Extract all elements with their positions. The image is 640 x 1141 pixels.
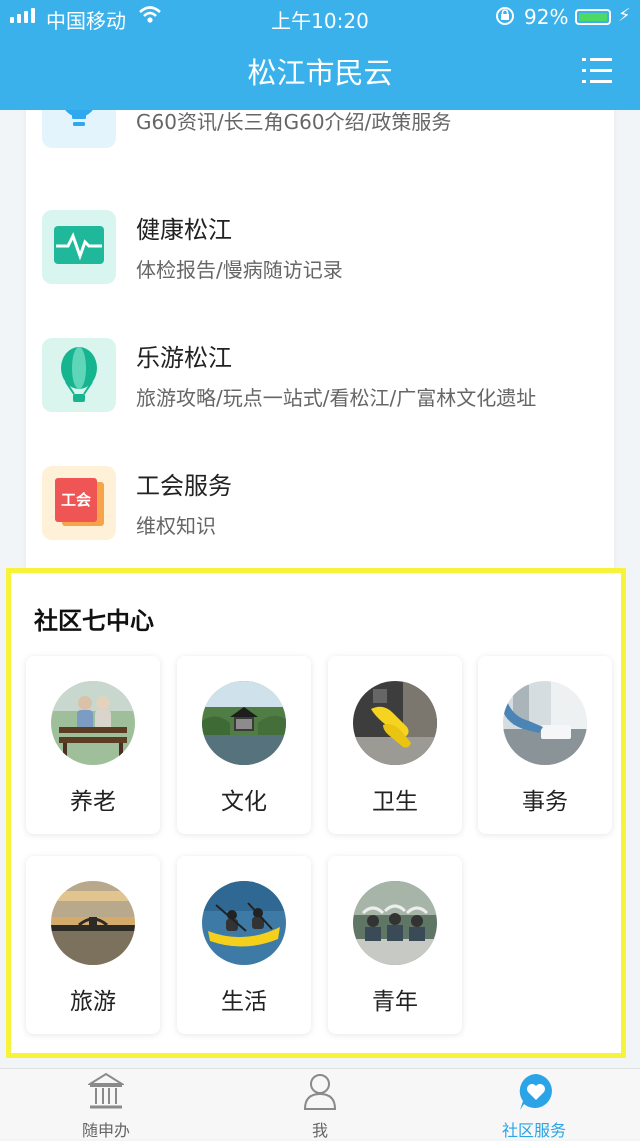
- tile-label: 养老: [70, 789, 116, 815]
- elderly-couple-bench-image: [51, 681, 135, 765]
- bottom-tab-bar: 随申办 我 社区服务: [0, 1068, 640, 1140]
- youth-group-image: [353, 881, 437, 965]
- service-desc: 体检报告/慢病随访记录: [136, 258, 343, 282]
- service-g60[interactable]: G60资讯/长三角G60介绍/政策服务: [26, 110, 614, 210]
- content-area: G60资讯/长三角G60介绍/政策服务 健康松江 体检报告/慢病随访记录 乐游松…: [0, 110, 640, 1068]
- community-tile-tourism[interactable]: 旅游: [26, 856, 160, 1034]
- page-title: 松江市民云: [247, 56, 393, 90]
- tab-label: 我: [311, 1121, 328, 1140]
- service-name: 健康松江: [136, 216, 232, 244]
- union-badge-icon: 工会: [42, 466, 116, 540]
- top-bar: 中国移动 上午10:20 92% ⚡ 松江市民云: [0, 0, 640, 110]
- service-name: 乐游松江: [136, 344, 232, 372]
- community-tile-youth[interactable]: 青年: [328, 856, 462, 1034]
- status-bar: 中国移动 上午10:20 92% ⚡: [0, 0, 640, 36]
- tile-label: 旅游: [70, 989, 116, 1015]
- heart-monitor-icon: [42, 210, 116, 284]
- tile-label: 青年: [372, 989, 418, 1015]
- community-section: 社区七中心 养老 文化 卫生 事务 旅游 生活 青年: [6, 568, 626, 1058]
- service-desc: 维权知识: [136, 514, 216, 538]
- tab-me[interactable]: 我: [240, 1069, 400, 1140]
- tile-label: 事务: [522, 789, 568, 815]
- union-badge-text: 工会: [61, 491, 91, 509]
- tab-label: 随申办: [81, 1121, 130, 1140]
- pavilion-lake-image: [202, 681, 286, 765]
- tab-label: 社区服务: [501, 1121, 566, 1140]
- lightbulb-icon: [42, 110, 116, 148]
- kayaking-image: [202, 881, 286, 965]
- battery-percent: 92%: [524, 5, 569, 29]
- government-building-icon: [88, 1072, 124, 1109]
- cleaning-gloves-image: [353, 681, 437, 765]
- community-tile-elderly[interactable]: 养老: [26, 656, 160, 834]
- service-desc: G60资讯/长三角G60介绍/政策服务: [136, 110, 452, 134]
- person-icon: [303, 1074, 337, 1110]
- menu-icon[interactable]: [582, 57, 612, 85]
- community-tile-health[interactable]: 卫生: [328, 656, 462, 834]
- tile-label: 卫生: [372, 789, 418, 815]
- office-desk-image: [503, 681, 587, 765]
- tile-label: 生活: [221, 989, 267, 1015]
- tab-community-service[interactable]: 社区服务: [454, 1069, 614, 1140]
- community-tile-affairs[interactable]: 事务: [478, 656, 612, 834]
- community-tile-life[interactable]: 生活: [177, 856, 311, 1034]
- service-health[interactable]: 健康松江 体检报告/慢病随访记录: [26, 210, 614, 330]
- battery-icon: [575, 9, 611, 25]
- community-tile-culture[interactable]: 文化: [177, 656, 311, 834]
- heart-bubble-icon: [519, 1074, 552, 1110]
- service-travel[interactable]: 乐游松江 旅游攻略/玩点一站式/看松江/广富林文化遗址: [26, 338, 614, 458]
- charging-icon: ⚡: [618, 5, 631, 26]
- tab-suishenban[interactable]: 随申办: [26, 1069, 186, 1140]
- hot-air-balloon-icon: [42, 338, 116, 412]
- orientation-lock-icon: [494, 5, 516, 32]
- section-title: 社区七中心: [34, 607, 154, 635]
- service-name: 工会服务: [136, 472, 232, 500]
- tile-label: 文化: [221, 789, 267, 815]
- service-desc: 旅游攻略/玩点一站式/看松江/广富林文化遗址: [136, 386, 537, 410]
- sunset-bridge-image: [51, 881, 135, 965]
